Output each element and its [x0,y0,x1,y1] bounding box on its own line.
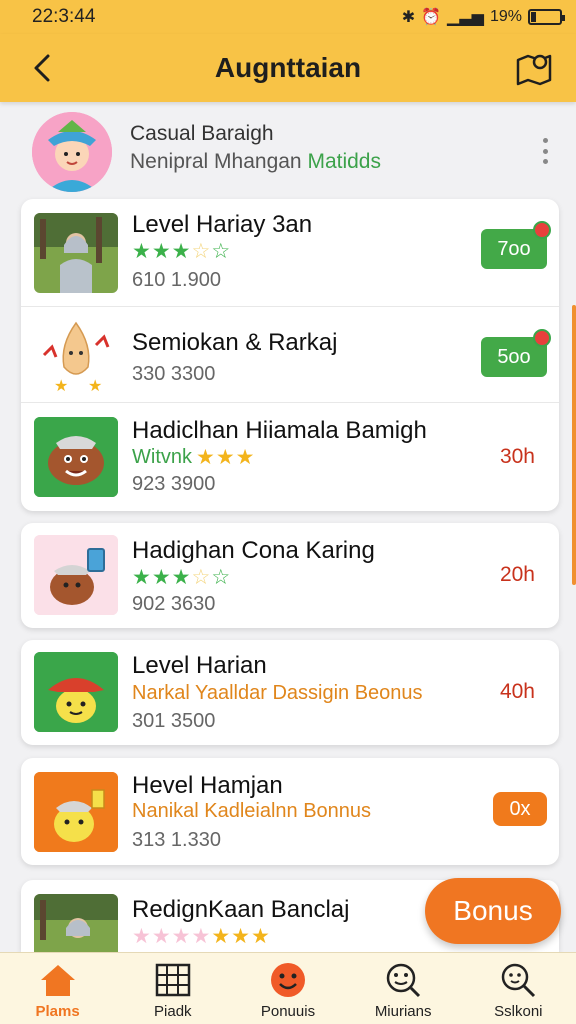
avatar[interactable] [32,112,112,192]
bottom-nav: Plams Piadk Ponuuis Miurians Sslkoni [0,952,576,1024]
profile-header: Casual Baraigh Nenipral Mhangan Matidds [0,102,576,198]
home-icon [38,961,78,999]
thumbnail-illustration [34,417,118,497]
reward-badge[interactable]: 5oo [481,329,551,377]
nav-item-plams[interactable]: Plams [0,953,115,1024]
thumbnail-illustration [34,652,118,732]
page-title: Augnttaian [214,52,362,83]
item-title: Level Hariay 3an [132,211,313,238]
nav-label: Sslkoni [494,1003,543,1020]
reward-badge-label: 5oo [497,345,531,368]
item-title: Hevel Hamjan [132,772,283,799]
item-meta: 301 3500 [132,710,216,732]
reward-badge[interactable]: 7oo [481,221,551,269]
nav-label: Ponuuis [260,1003,316,1020]
search-icon [498,961,538,999]
multiplier-badge-label: 0x [509,797,531,820]
item-rating: ★ ★ ★ ☆ ☆ [132,240,231,263]
thumbnail-photo [34,213,118,293]
item-meta: 610 1.900 [132,269,221,291]
battery-icon [528,9,565,25]
notification-dot-icon [533,221,551,239]
item-subtitle: Witvnk [132,446,192,468]
face-search-icon [383,961,423,999]
item-meta: 313 1.330 [132,829,221,851]
chevron-left-icon [34,54,50,82]
battery-fill [531,12,536,22]
svg-text:★: ★ [88,378,102,395]
item-subtitle: Nanikal Kadleialnn Bonnus [132,800,372,822]
scrollbar[interactable] [572,305,576,585]
status-time: 22:3:44 [32,6,96,27]
item-subtitle: Narkal Yaalldar Dassigin Beonus [132,682,423,704]
avatar-illustration [32,112,112,192]
item-meta: 923 3900 [132,473,216,495]
nav-item-ponuuis[interactable]: Ponuuis [230,953,345,1024]
item-title: Level Harian [132,652,267,679]
thumbnail-illustration: ★ ★ [34,315,118,395]
profile-subtitle: Nenipral Mhangan Matidds [130,150,381,174]
duration-label: 30h [499,445,535,468]
smiley-icon [268,961,308,999]
nav-label: Plams [35,1003,80,1020]
map-pin-icon [516,54,552,86]
item-meta: 902 3630 [132,593,216,615]
alarm-icon: ⏰ [421,9,442,26]
nav-label: Piadk [154,1003,192,1020]
duration-label: 20h [499,563,535,586]
thumbnail-photo [34,894,118,952]
item-rating: Witvnk ★ ★ ★ [132,446,255,469]
nav-item-miurians[interactable]: Miurians [346,953,461,1024]
item-title: RedignKaan Banclaj [132,896,350,923]
profile-subtitle-main: Nenipral Mhangan [130,150,302,173]
signal-icon: ▁▃▅ [447,9,484,26]
reward-badge-label: 7oo [497,237,531,260]
profile-subtitle-accent: Matidds [307,150,381,173]
item-rating: ★ ★ ★ ☆ ☆ [132,566,231,589]
duration-label: 40h [499,680,535,703]
list-item[interactable]: Hevel Hamjan Nanikal Kadleialnn Bonnus 3… [21,758,559,865]
thumbnail-illustration [34,772,118,852]
notification-dot-icon [533,329,551,347]
nav-label: Miurians [374,1003,432,1020]
item-title: Semiokan & Rarkaj [132,329,338,356]
multiplier-badge[interactable]: 0x [493,792,547,826]
bluetooth-icon: ✱ [401,9,416,26]
nav-item-sslkoni[interactable]: Sslkoni [461,953,576,1024]
svg-text:★: ★ [54,378,68,395]
list-item[interactable]: Level Hariay 3an ★ ★ ★ ☆ ☆ 610 1.900 7oo [21,199,559,307]
back-button[interactable] [22,48,62,88]
app-bar: Augnttaian [0,34,576,102]
thumbnail-illustration [34,535,118,615]
more-options-button[interactable] [540,138,550,164]
nav-item-piadk[interactable]: Piadk [115,953,230,1024]
profile-name: Casual Baraigh [130,122,274,145]
status-icons: ✱ ⏰ ▁▃▅ 19% [401,7,565,27]
map-button[interactable] [512,46,556,90]
grid-icon [153,961,193,999]
list-item[interactable]: ★ ★ Semiokan & Rarkaj 330 3300 5oo [21,307,559,403]
bonus-button[interactable]: Bonus [425,878,561,944]
item-meta: 330 3300 [132,363,216,385]
item-title: Hadiclhan Hiiamala Bamigh [132,417,427,444]
battery-percent: 19% [489,8,522,25]
level-card-group: Level Hariay 3an ★ ★ ★ ☆ ☆ 610 1.900 7oo ★ ★… [21,199,559,511]
item-rating: ★ ★ ★ ★ ★ ★ ★ [132,925,270,948]
status-bar: 22:3:44 ✱ ⏰ ▁▃▅ 19% [0,0,576,34]
list-item[interactable]: Level Harian Narkal Yaalldar Dassigin Be… [21,640,559,745]
item-title: Hadighan Cona Karing [132,537,375,564]
list-item[interactable]: Hadighan Cona Karing ★ ★ ★ ☆ ☆ 902 3630 20h [21,523,559,628]
list-item[interactable]: Hadiclhan Hiiamala Bamigh Witvnk ★ ★ ★ 923… [21,403,559,511]
